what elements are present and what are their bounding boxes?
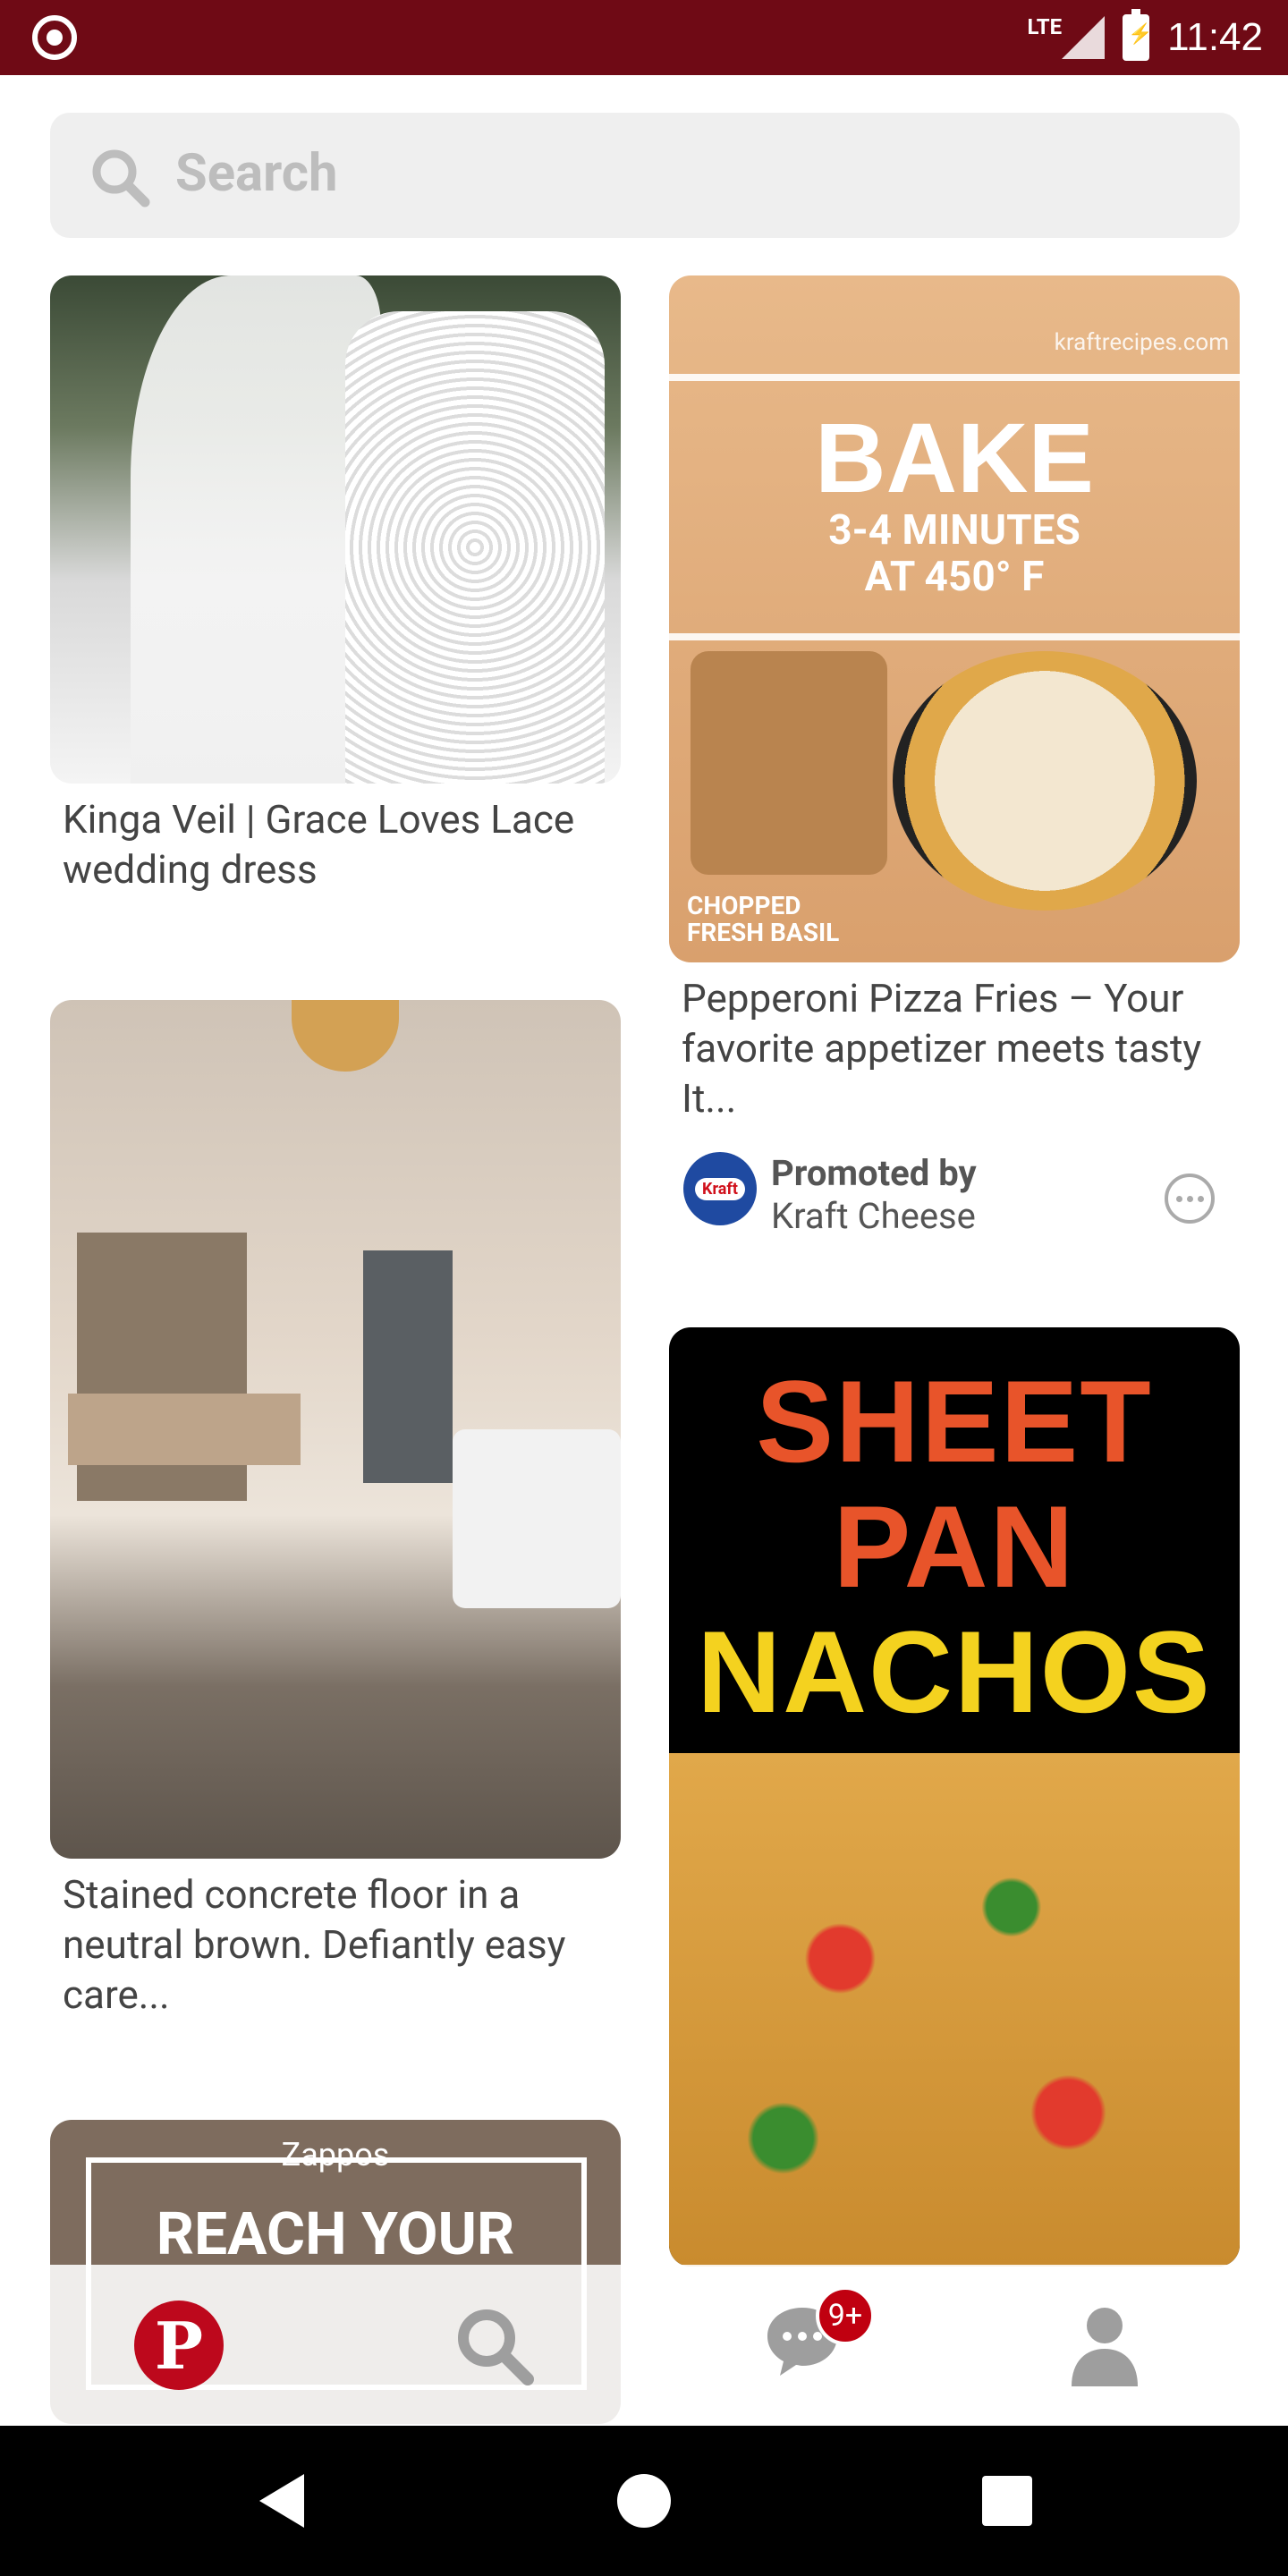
nav-search[interactable]	[449, 2301, 547, 2399]
image-brand: Zappos	[281, 2136, 390, 2174]
clock: 11:42	[1167, 15, 1263, 59]
nav-notifications[interactable]: 9+	[762, 2286, 875, 2399]
divider	[669, 633, 1240, 640]
home-icon[interactable]	[617, 2474, 671, 2528]
pin-caption-pizza[interactable]: Pepperoni Pizza Fries – Your favorite ap…	[682, 973, 1218, 1123]
image-subline-2: AT 450° F	[864, 553, 1045, 601]
door-graphic	[363, 1250, 453, 1483]
network-type: LTE	[1027, 14, 1063, 39]
search-icon	[92, 149, 150, 208]
chandelier-graphic	[292, 1000, 399, 1072]
pin-caption-wedding[interactable]: Kinga Veil | Grace Loves Lace wedding dr…	[63, 794, 599, 894]
pizza-pan-graphic	[893, 651, 1197, 911]
profile-icon	[1072, 2308, 1138, 2386]
nav-home[interactable]: P	[134, 2301, 233, 2399]
divider	[669, 374, 1240, 381]
image-watermark: kraftrecipes.com	[1054, 329, 1229, 356]
signal-icon	[1062, 16, 1106, 59]
bottom-navigation: P 9+	[0, 2265, 1288, 2426]
image-title-line-2: PAN	[833, 1481, 1076, 1612]
image-subline-1: 3-4 MINUTES	[828, 506, 1080, 555]
cutting-board-graphic	[691, 651, 887, 875]
battery-charging-icon	[1123, 9, 1153, 61]
pin-image-pizza-fries[interactable]: kraftrecipes.com BAKE 3-4 MINUTES AT 450…	[669, 275, 1240, 962]
more-options-icon[interactable]	[1165, 1174, 1215, 1224]
sofa-graphic	[453, 1429, 621, 1608]
back-icon[interactable]	[259, 2474, 304, 2528]
advertiser-name[interactable]: Kraft Cheese	[771, 1195, 976, 1237]
table-graphic	[68, 1394, 301, 1465]
record-icon	[32, 15, 77, 60]
image-title-line-1: SHEET	[756, 1356, 1153, 1487]
android-navigation-bar	[0, 2426, 1288, 2576]
dress-graphic	[345, 311, 605, 784]
pin-image-interior[interactable]	[50, 1000, 621, 1859]
search-placeholder: Search	[175, 143, 338, 204]
nav-profile[interactable]	[1064, 2301, 1163, 2399]
advertiser-logo-text: Kraft	[695, 1177, 745, 1200]
status-bar: LTE 11:42	[0, 0, 1288, 75]
advertiser-avatar[interactable]: Kraft	[683, 1152, 757, 1225]
image-headline: BAKE	[815, 403, 1094, 513]
image-headline: REACH YOUR	[156, 2200, 515, 2269]
pin-image-wedding-dress[interactable]	[50, 275, 621, 784]
nachos-photo	[669, 1753, 1240, 2267]
search-icon	[458, 2309, 534, 2385]
pin-caption-floor[interactable]: Stained concrete floor in a neutral brow…	[63, 1869, 599, 2020]
pin-image-nachos[interactable]: SHEET PAN NACHOS	[669, 1327, 1240, 2267]
image-label-line: FRESH BASIL	[687, 918, 840, 947]
veil-graphic	[131, 275, 381, 784]
status-indicators: LTE 11:42	[1009, 0, 1263, 75]
image-label-basil: CHOPPED FRESH BASIL	[687, 893, 839, 946]
notification-badge: 9+	[816, 2286, 875, 2345]
pinterest-logo-icon: P	[134, 2301, 224, 2390]
image-label-line: CHOPPED	[687, 891, 801, 920]
recent-apps-icon[interactable]	[982, 2476, 1032, 2526]
image-title-line-3: NACHOS	[697, 1606, 1212, 1737]
promoted-label: Promoted by	[771, 1152, 977, 1194]
search-bar[interactable]: Search	[50, 113, 1240, 238]
